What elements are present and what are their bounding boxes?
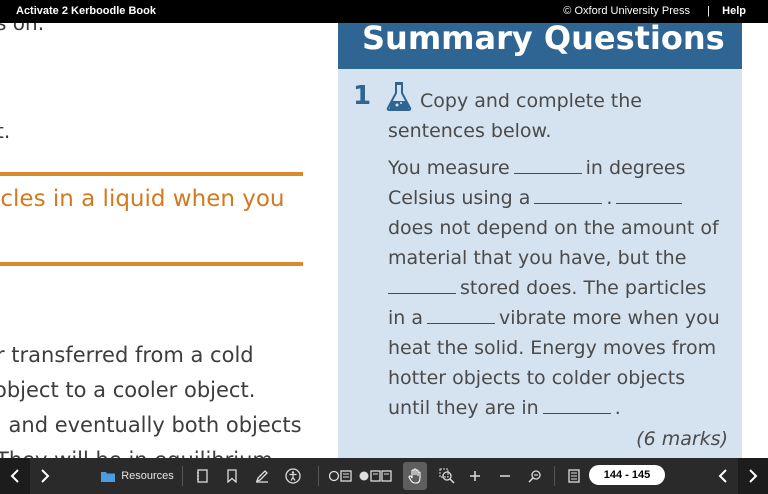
- left-page-line: l and eventually both objects: [0, 413, 302, 437]
- flask-icon: [386, 82, 412, 111]
- text-segment: in a: [388, 307, 424, 329]
- answer-blank: [427, 322, 496, 324]
- top-bar: Activate 2 Kerboodle Book © Oxford Unive…: [0, 0, 768, 23]
- accessibility-icon: [285, 468, 301, 484]
- next-page-button[interactable]: [30, 458, 60, 494]
- question-intro: Copy and complete the: [420, 90, 642, 112]
- answer-blank: [542, 412, 611, 414]
- question-intro: sentences below.: [388, 120, 552, 142]
- text-segment: You measure: [388, 157, 510, 179]
- chevron-right-icon: [41, 469, 50, 483]
- notebook-icon: [197, 469, 208, 483]
- question-number: 1: [353, 81, 372, 111]
- bookmark-button[interactable]: [222, 458, 242, 494]
- pen-button[interactable]: [252, 458, 272, 494]
- prev-spread-button[interactable]: [708, 458, 738, 494]
- prev-page-button[interactable]: [0, 458, 30, 494]
- header-separator: |: [707, 5, 710, 17]
- question-line: You measure in degrees: [388, 157, 686, 179]
- resources-label: Resources: [121, 470, 174, 482]
- toolbar-divider: [182, 466, 183, 486]
- folder-icon: [101, 472, 116, 482]
- toolbar-divider: [318, 466, 319, 486]
- text-segment: .: [606, 187, 613, 209]
- resources-button[interactable]: Resources: [100, 458, 175, 494]
- right-book-page: Summary Questions 1 Copy and complete th…: [338, 23, 768, 458]
- double-page-view-button[interactable]: [358, 458, 394, 494]
- toolbar-divider: [554, 466, 555, 486]
- zoom-area-icon: [439, 468, 455, 484]
- marks-label: (6 marks): [636, 428, 728, 450]
- zoom-in-button[interactable]: [465, 458, 485, 494]
- chevron-left-icon: [10, 469, 19, 483]
- left-page-text-fragment: s on.: [0, 23, 45, 35]
- answer-blank: [534, 202, 603, 204]
- page-list-icon: [568, 469, 580, 483]
- pan-tool-button[interactable]: [403, 462, 427, 490]
- question-line: does not depend on the amount of: [388, 217, 719, 239]
- copyright-text: © Oxford University Press: [563, 5, 690, 17]
- plus-icon: [470, 471, 480, 481]
- answer-blank: [616, 202, 683, 204]
- zoom-reset-icon: [528, 470, 541, 483]
- notes-button[interactable]: [192, 458, 212, 494]
- single-page-view-button[interactable]: [328, 458, 354, 494]
- left-page-line: r transferred from a cold: [0, 343, 254, 367]
- question-line: hotter objects to colder objects: [388, 367, 686, 389]
- answer-blank: [513, 172, 582, 174]
- text-segment: Celsius using a: [388, 187, 531, 209]
- hand-icon: [408, 468, 421, 484]
- left-page-text-fragment: t.: [0, 119, 11, 143]
- left-book-page: s on. t. icles in a liquid when you r tr…: [0, 23, 338, 458]
- next-spread-button[interactable]: [738, 458, 768, 494]
- bookmark-icon: [227, 469, 237, 483]
- orange-divider: [0, 172, 303, 176]
- zoom-out-button[interactable]: [495, 458, 515, 494]
- text-segment: in degrees: [585, 157, 686, 179]
- single-page-icon: [329, 470, 352, 482]
- question-line: heat the solid. Energy moves from: [388, 337, 717, 359]
- help-link[interactable]: Help: [722, 5, 746, 17]
- zoom-reset-button[interactable]: [525, 458, 545, 494]
- left-page-heading: icles in a liquid when you: [0, 186, 285, 212]
- app-title: Activate 2 Kerboodle Book: [16, 5, 156, 17]
- page-number-input[interactable]: 144 - 145: [589, 465, 665, 485]
- double-page-icon: [359, 470, 392, 482]
- zoom-area-button[interactable]: [437, 458, 457, 494]
- summary-title: Summary Questions: [362, 23, 725, 57]
- left-page-line: object to a cooler object.: [0, 378, 256, 402]
- question-line: in a vibrate more when you: [388, 307, 720, 329]
- question-line: stored does. The particles: [388, 277, 706, 299]
- chevron-right-icon: [749, 469, 758, 483]
- text-segment: .: [614, 397, 621, 419]
- chevron-left-icon: [718, 469, 727, 483]
- minus-icon: [500, 475, 510, 477]
- page-list-button[interactable]: [564, 458, 584, 494]
- question-line: material that you have, but the: [388, 247, 687, 269]
- question-line: Celsius using a.: [388, 187, 686, 209]
- pen-icon: [255, 470, 268, 483]
- text-segment: vibrate more when you: [499, 307, 720, 329]
- bottom-toolbar: Resources 144 - 145: [0, 458, 768, 494]
- left-page-line: They will be in equilibrium.: [0, 448, 280, 458]
- answer-blank: [388, 292, 456, 294]
- accessibility-button[interactable]: [282, 458, 304, 494]
- summary-questions-panel: Summary Questions 1 Copy and complete th…: [338, 23, 742, 458]
- question-line: until they are in.: [388, 397, 621, 419]
- text-segment: stored does. The particles: [460, 277, 707, 299]
- summary-header: Summary Questions: [338, 23, 742, 69]
- text-segment: until they are in: [388, 397, 539, 419]
- orange-divider: [0, 262, 303, 266]
